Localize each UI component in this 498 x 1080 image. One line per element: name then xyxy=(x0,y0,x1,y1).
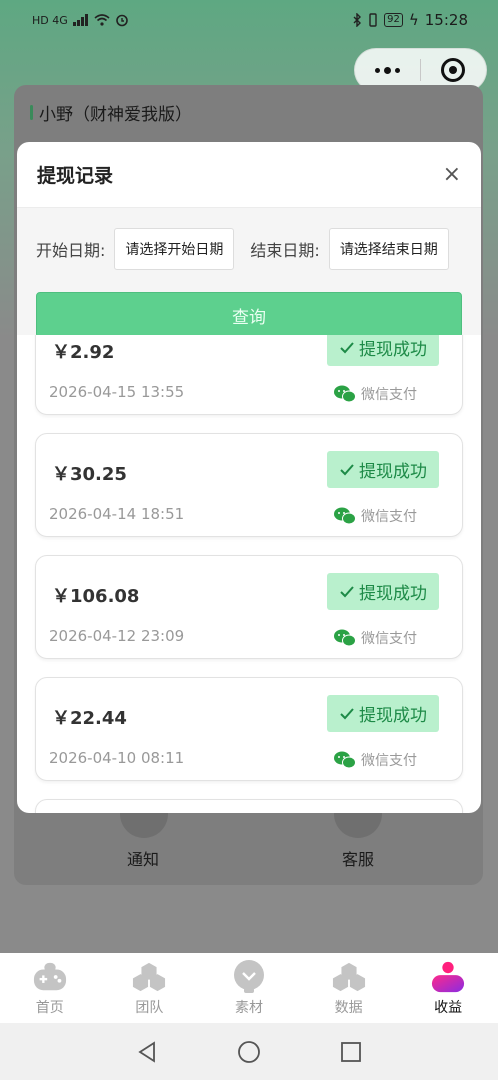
hexagons-icon xyxy=(132,961,166,993)
record-date: 2026-04-14 18:51 xyxy=(49,505,185,523)
system-nav-bar xyxy=(0,1023,498,1080)
clock: 15:28 xyxy=(424,11,468,29)
status-badge: 提现成功 xyxy=(327,695,439,732)
tab-home-label: 首页 xyxy=(35,1000,64,1016)
payment-method: 微信支付 xyxy=(334,628,417,648)
payment-method-text: 微信支付 xyxy=(361,631,417,647)
hexagons-icon xyxy=(332,961,366,993)
status-left: HD 4G xyxy=(32,13,129,27)
start-date-picker[interactable]: 请选择开始日期 xyxy=(114,227,235,270)
payment-method-text: 微信支付 xyxy=(361,509,417,525)
person-icon xyxy=(431,961,465,993)
status-right: 92 ϟ 15:28 xyxy=(352,11,468,29)
record-card: ￥22.44 提现成功 2026-04-10 08:11 微信支付 xyxy=(35,677,463,781)
record-amount: ￥30.25 xyxy=(52,464,127,485)
check-icon xyxy=(340,707,354,719)
record-card: ￥106.08 提现成功 2026-04-12 23:09 微信支付 xyxy=(35,555,463,659)
status-text: 提现成功 xyxy=(359,340,427,360)
record-card: ￥30.25 提现成功 2026-04-14 18:51 微信支付 xyxy=(35,433,463,537)
status-badge: 提现成功 xyxy=(327,335,439,366)
tab-team[interactable]: 团队 xyxy=(100,953,200,1023)
tab-bar: 首页 团队 素材 数据 收益 xyxy=(0,953,498,1023)
target-icon xyxy=(441,58,466,82)
service-shortcut-label[interactable]: 客服 xyxy=(342,846,374,870)
tab-materials[interactable]: 素材 xyxy=(199,953,299,1023)
end-date-label: 结束日期: xyxy=(250,240,320,260)
battery-level: 92 xyxy=(384,13,403,27)
end-date-picker[interactable]: 请选择结束日期 xyxy=(328,227,449,270)
wechat-icon xyxy=(334,751,356,769)
payment-method: 微信支付 xyxy=(334,506,417,526)
wifi-icon xyxy=(94,14,110,26)
payment-method-text: 微信支付 xyxy=(361,387,417,403)
charging-icon: ϟ xyxy=(408,11,419,29)
record-card xyxy=(35,799,463,813)
record-date: 2026-04-12 23:09 xyxy=(49,627,185,645)
tab-home[interactable]: 首页 xyxy=(0,953,100,1023)
record-amount: ￥2.92 xyxy=(52,342,115,363)
modal-title: 提现记录 xyxy=(37,165,114,187)
query-button[interactable]: 查询 xyxy=(36,292,462,338)
alarm-icon xyxy=(115,14,128,27)
network-text: HD 4G xyxy=(32,13,68,27)
record-date: 2026-04-10 08:11 xyxy=(49,749,185,767)
bluetooth-icon xyxy=(353,13,362,27)
payment-method: 微信支付 xyxy=(334,750,417,770)
filter-area: 开始日期: 请选择开始日期 结束日期: 请选择结束日期 查询 xyxy=(17,208,481,338)
record-card: ￥2.92 提现成功 2026-04-15 13:55 微信支付 xyxy=(35,335,463,415)
check-icon xyxy=(340,341,354,353)
recents-icon[interactable] xyxy=(339,1040,363,1064)
record-amount: ￥106.08 xyxy=(52,586,140,607)
status-text: 提现成功 xyxy=(359,462,427,482)
record-date: 2026-04-15 13:55 xyxy=(49,383,185,401)
tab-data[interactable]: 数据 xyxy=(299,953,399,1023)
wechat-icon xyxy=(334,385,356,403)
tab-materials-label: 素材 xyxy=(234,1000,263,1016)
home-icon[interactable] xyxy=(237,1040,261,1064)
status-text: 提现成功 xyxy=(359,706,427,726)
title-accent-bar xyxy=(30,105,33,120)
payment-method-text: 微信支付 xyxy=(361,753,417,769)
start-date-label: 开始日期: xyxy=(36,240,106,260)
tab-team-label: 团队 xyxy=(135,1000,164,1016)
date-range-row: 开始日期: 请选择开始日期 结束日期: 请选择结束日期 xyxy=(36,208,462,276)
signal-icon xyxy=(72,14,88,26)
more-dots-icon xyxy=(375,66,400,74)
tab-earnings[interactable]: 收益 xyxy=(398,953,498,1023)
wechat-icon xyxy=(334,507,356,525)
record-amount: ￥22.44 xyxy=(52,708,127,729)
records-list[interactable]: ￥2.92 提现成功 2026-04-15 13:55 微信支付 ￥30.25 … xyxy=(17,335,481,813)
app-title-text: 小野（财神爱我版） xyxy=(39,105,192,125)
check-icon xyxy=(340,463,354,475)
status-bar: HD 4G 92 ϟ 15:28 xyxy=(0,0,498,40)
notice-shortcut-label[interactable]: 通知 xyxy=(127,846,159,870)
status-text: 提现成功 xyxy=(359,584,427,604)
vibrate-icon xyxy=(369,13,377,27)
payment-method: 微信支付 xyxy=(334,384,417,404)
app-title: 小野（财神爱我版） xyxy=(30,100,192,125)
tab-data-label: 数据 xyxy=(334,1000,363,1016)
gamepad-icon xyxy=(33,961,67,993)
close-icon[interactable]: × xyxy=(443,162,461,187)
lightbulb-icon xyxy=(232,960,266,993)
status-badge: 提现成功 xyxy=(327,573,439,610)
status-badge: 提现成功 xyxy=(327,451,439,488)
back-icon[interactable] xyxy=(135,1040,159,1064)
withdraw-records-modal: 提现记录 × 开始日期: 请选择开始日期 结束日期: 请选择结束日期 查询 ￥2… xyxy=(17,142,481,813)
tab-earnings-label: 收益 xyxy=(434,1000,463,1016)
check-icon xyxy=(340,585,354,597)
modal-header: 提现记录 × xyxy=(17,142,481,208)
wechat-icon xyxy=(334,629,356,647)
